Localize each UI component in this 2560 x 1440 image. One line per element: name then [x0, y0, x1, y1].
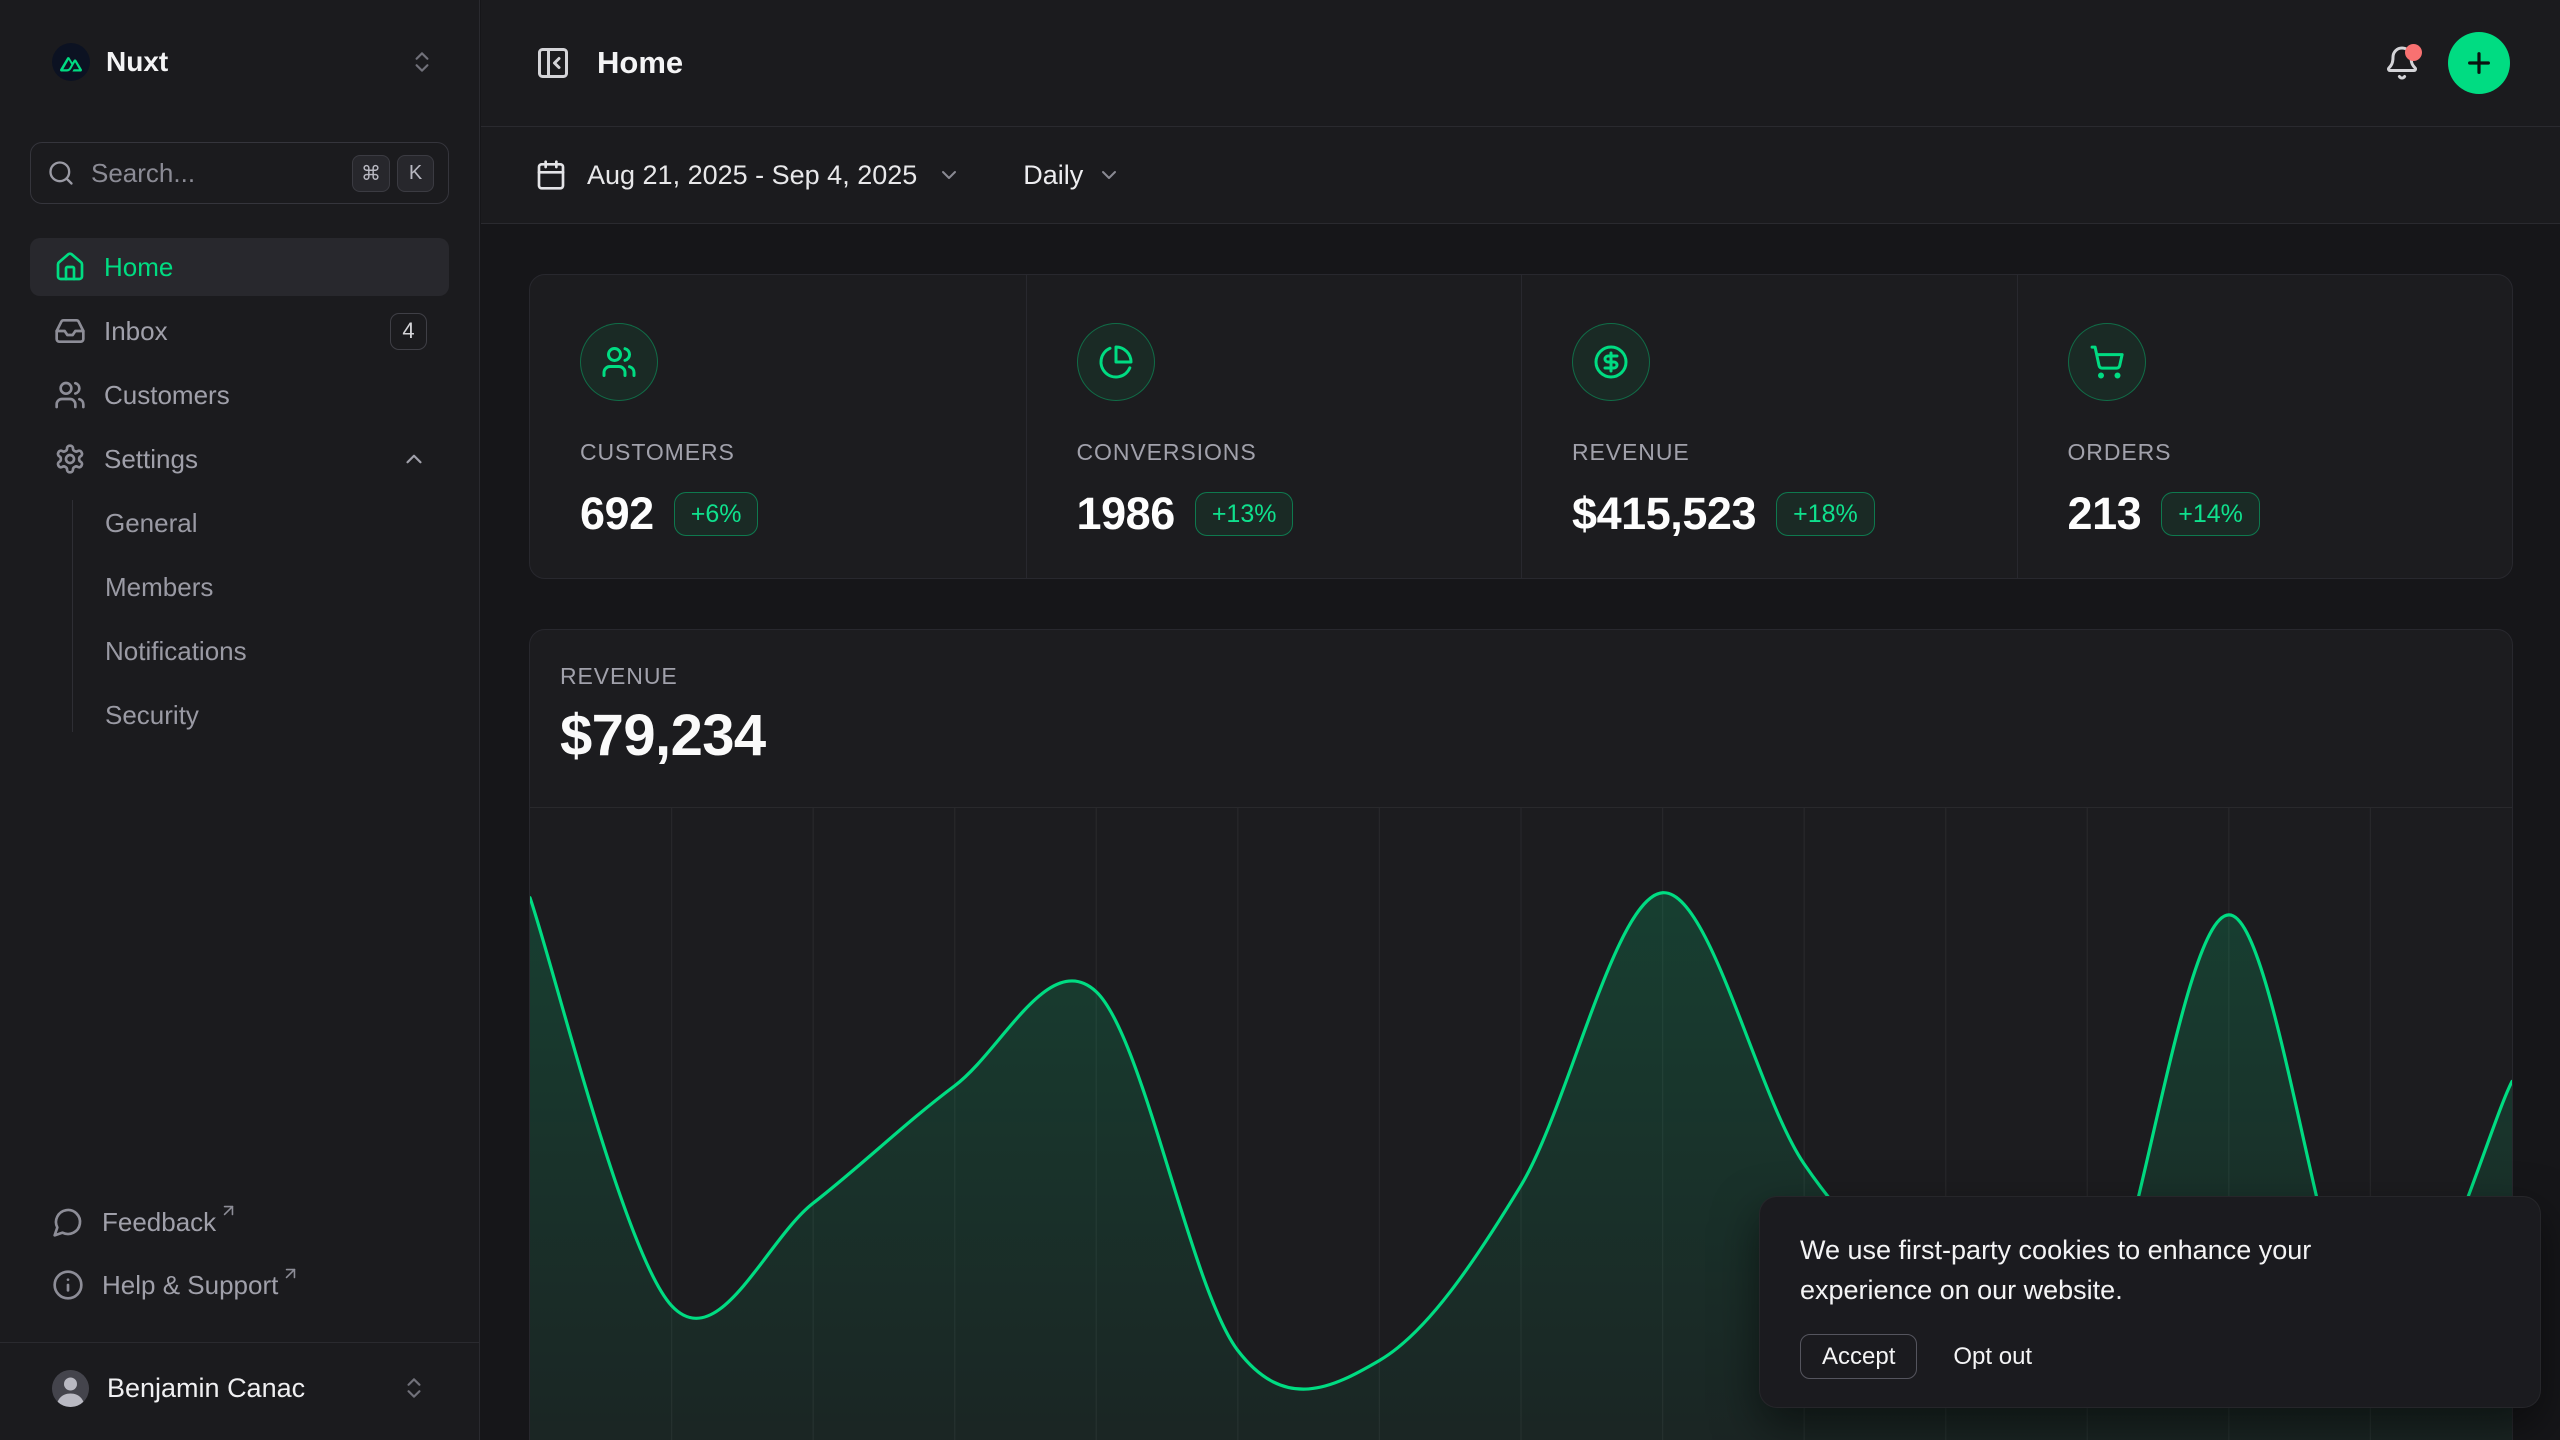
- stat-revenue: REVENUE $415,523 +18%: [1521, 275, 2017, 578]
- sidebar-item-inbox[interactable]: Inbox 4: [30, 302, 449, 360]
- sidebar-item-settings[interactable]: Settings: [30, 430, 449, 488]
- sidebar-item-feedback[interactable]: Feedback: [30, 1194, 449, 1250]
- sidebar-item-notifications[interactable]: Notifications: [30, 622, 449, 680]
- chevron-up-icon: [401, 446, 427, 472]
- pie-chart-icon: [1077, 323, 1155, 401]
- sidebar: Nuxt Search... ⌘ K Home: [0, 0, 480, 1440]
- stat-value: $415,523: [1572, 488, 1756, 540]
- dashboard-page: Nuxt Search... ⌘ K Home: [0, 0, 2560, 1440]
- sidebar-item-label: Feedback: [102, 1207, 216, 1238]
- page-header: Home: [481, 0, 2560, 127]
- add-button[interactable]: [2448, 32, 2510, 94]
- chevron-down-icon: [1097, 163, 1121, 187]
- revenue-chart-value: $79,234: [560, 702, 2482, 769]
- kbd-k: K: [397, 155, 434, 192]
- opt-out-button[interactable]: Opt out: [1953, 1343, 2032, 1371]
- arrow-up-right-icon: [219, 1201, 238, 1220]
- search-shortcut: ⌘ K: [352, 155, 434, 192]
- user-menu[interactable]: Benjamin Canac: [30, 1357, 449, 1419]
- chevrons-up-down-icon: [409, 49, 435, 75]
- gear-icon: [54, 443, 86, 475]
- sidebar-item-label: Inbox: [104, 316, 168, 347]
- notification-dot: [2405, 44, 2422, 61]
- plus-icon: [2463, 47, 2495, 79]
- revenue-chart-label: REVENUE: [560, 663, 2482, 690]
- sidebar-item-customers[interactable]: Customers: [30, 366, 449, 424]
- nuxt-logo-icon: [52, 43, 90, 81]
- arrow-up-right-icon: [281, 1264, 300, 1283]
- dollar-circle-icon: [1572, 323, 1650, 401]
- stats-card-group: CUSTOMERS 692 +6% CONVERSIONS 1986 +13%: [529, 274, 2513, 579]
- sidebar-nav: Home Inbox 4 Customers Settings: [30, 238, 449, 750]
- cookie-banner: We use first-party cookies to enhance yo…: [1759, 1196, 2541, 1408]
- settings-sub-list: General Members Notifications Security: [30, 494, 449, 744]
- date-range-value: Aug 21, 2025 - Sep 4, 2025: [587, 160, 917, 191]
- stat-value: 692: [580, 488, 654, 540]
- user-section: Benjamin Canac: [0, 1342, 479, 1419]
- interval-value: Daily: [1023, 160, 1083, 191]
- inbox-icon: [54, 315, 86, 347]
- sidebar-collapse-button[interactable]: [535, 45, 571, 81]
- stat-delta-badge: +6%: [674, 492, 759, 536]
- info-circle-icon: [52, 1269, 84, 1301]
- kbd-cmd: ⌘: [352, 155, 390, 192]
- sidebar-item-help-support[interactable]: Help & Support: [30, 1257, 449, 1313]
- stat-conversions: CONVERSIONS 1986 +13%: [1026, 275, 1522, 578]
- shopping-cart-icon: [2068, 323, 2146, 401]
- stat-orders: ORDERS 213 +14%: [2017, 275, 2513, 578]
- stat-value: 1986: [1077, 488, 1175, 540]
- stat-delta-badge: +18%: [1776, 492, 1875, 536]
- cookie-message: We use first-party cookies to enhance yo…: [1800, 1230, 2400, 1310]
- notifications-button[interactable]: [2384, 45, 2420, 81]
- stat-label: CUSTOMERS: [580, 439, 996, 466]
- workspace-switcher[interactable]: Nuxt: [52, 34, 435, 90]
- stat-delta-badge: +13%: [1195, 492, 1294, 536]
- stat-label: CONVERSIONS: [1077, 439, 1492, 466]
- search-icon: [47, 159, 75, 187]
- chevrons-up-down-icon: [401, 1375, 427, 1401]
- sidebar-item-general[interactable]: General: [30, 494, 449, 552]
- stat-label: ORDERS: [2068, 439, 2483, 466]
- accept-cookies-button[interactable]: Accept: [1800, 1334, 1917, 1379]
- stat-delta-badge: +14%: [2161, 492, 2260, 536]
- message-circle-icon: [52, 1206, 84, 1238]
- users-icon: [580, 323, 658, 401]
- stat-value: 213: [2068, 488, 2142, 540]
- search-placeholder: Search...: [91, 158, 336, 189]
- house-icon: [54, 251, 86, 283]
- calendar-icon: [535, 159, 567, 191]
- sidebar-item-label: Settings: [104, 444, 198, 475]
- sidebar-item-label: Customers: [104, 380, 230, 411]
- user-name: Benjamin Canac: [107, 1373, 383, 1404]
- sidebar-item-home[interactable]: Home: [30, 238, 449, 296]
- sidebar-item-label: Home: [104, 252, 173, 283]
- sidebar-spacer: [30, 750, 449, 1194]
- stat-label: REVENUE: [1572, 439, 1987, 466]
- date-range-picker[interactable]: Aug 21, 2025 - Sep 4, 2025: [535, 159, 961, 191]
- search-input[interactable]: Search... ⌘ K: [30, 142, 449, 204]
- users-icon: [54, 379, 86, 411]
- workspace-name: Nuxt: [106, 46, 393, 78]
- toolbar: Aug 21, 2025 - Sep 4, 2025 Daily: [481, 127, 2560, 224]
- interval-select[interactable]: Daily: [1023, 160, 1121, 191]
- sidebar-item-label: Help & Support: [102, 1270, 278, 1301]
- avatar: [52, 1370, 89, 1407]
- sidebar-item-members[interactable]: Members: [30, 558, 449, 616]
- sidebar-item-security[interactable]: Security: [30, 686, 449, 744]
- page-title: Home: [597, 45, 683, 81]
- sidebar-footer: Feedback Help & Support: [30, 1194, 449, 1320]
- stat-customers: CUSTOMERS 692 +6%: [530, 275, 1026, 578]
- chevron-down-icon: [937, 163, 961, 187]
- inbox-count-badge: 4: [390, 313, 427, 350]
